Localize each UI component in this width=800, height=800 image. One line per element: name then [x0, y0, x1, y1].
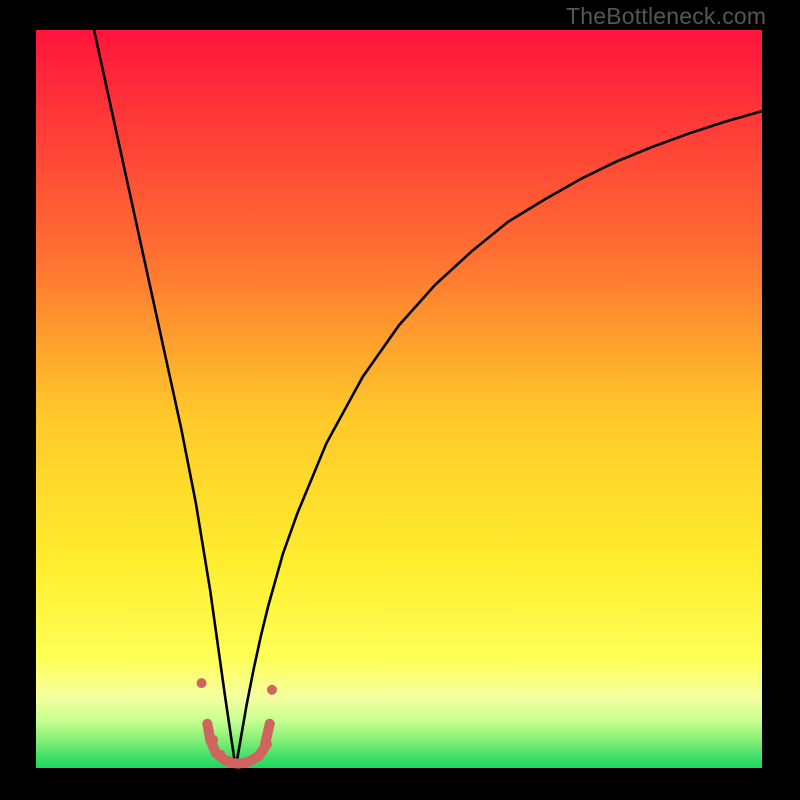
dot-dots — [262, 739, 272, 749]
dot-dots — [254, 751, 264, 761]
dot-dots — [234, 759, 244, 769]
dot-dots — [244, 756, 254, 766]
dot-dots — [197, 678, 207, 688]
series-curve — [94, 30, 762, 768]
chart-overlay — [0, 0, 800, 800]
dot-dots — [267, 685, 277, 695]
dot-dots — [224, 756, 234, 766]
dot-dots — [215, 750, 225, 760]
chart-frame: TheBottleneck.com — [0, 0, 800, 800]
dot-dots — [208, 735, 218, 745]
